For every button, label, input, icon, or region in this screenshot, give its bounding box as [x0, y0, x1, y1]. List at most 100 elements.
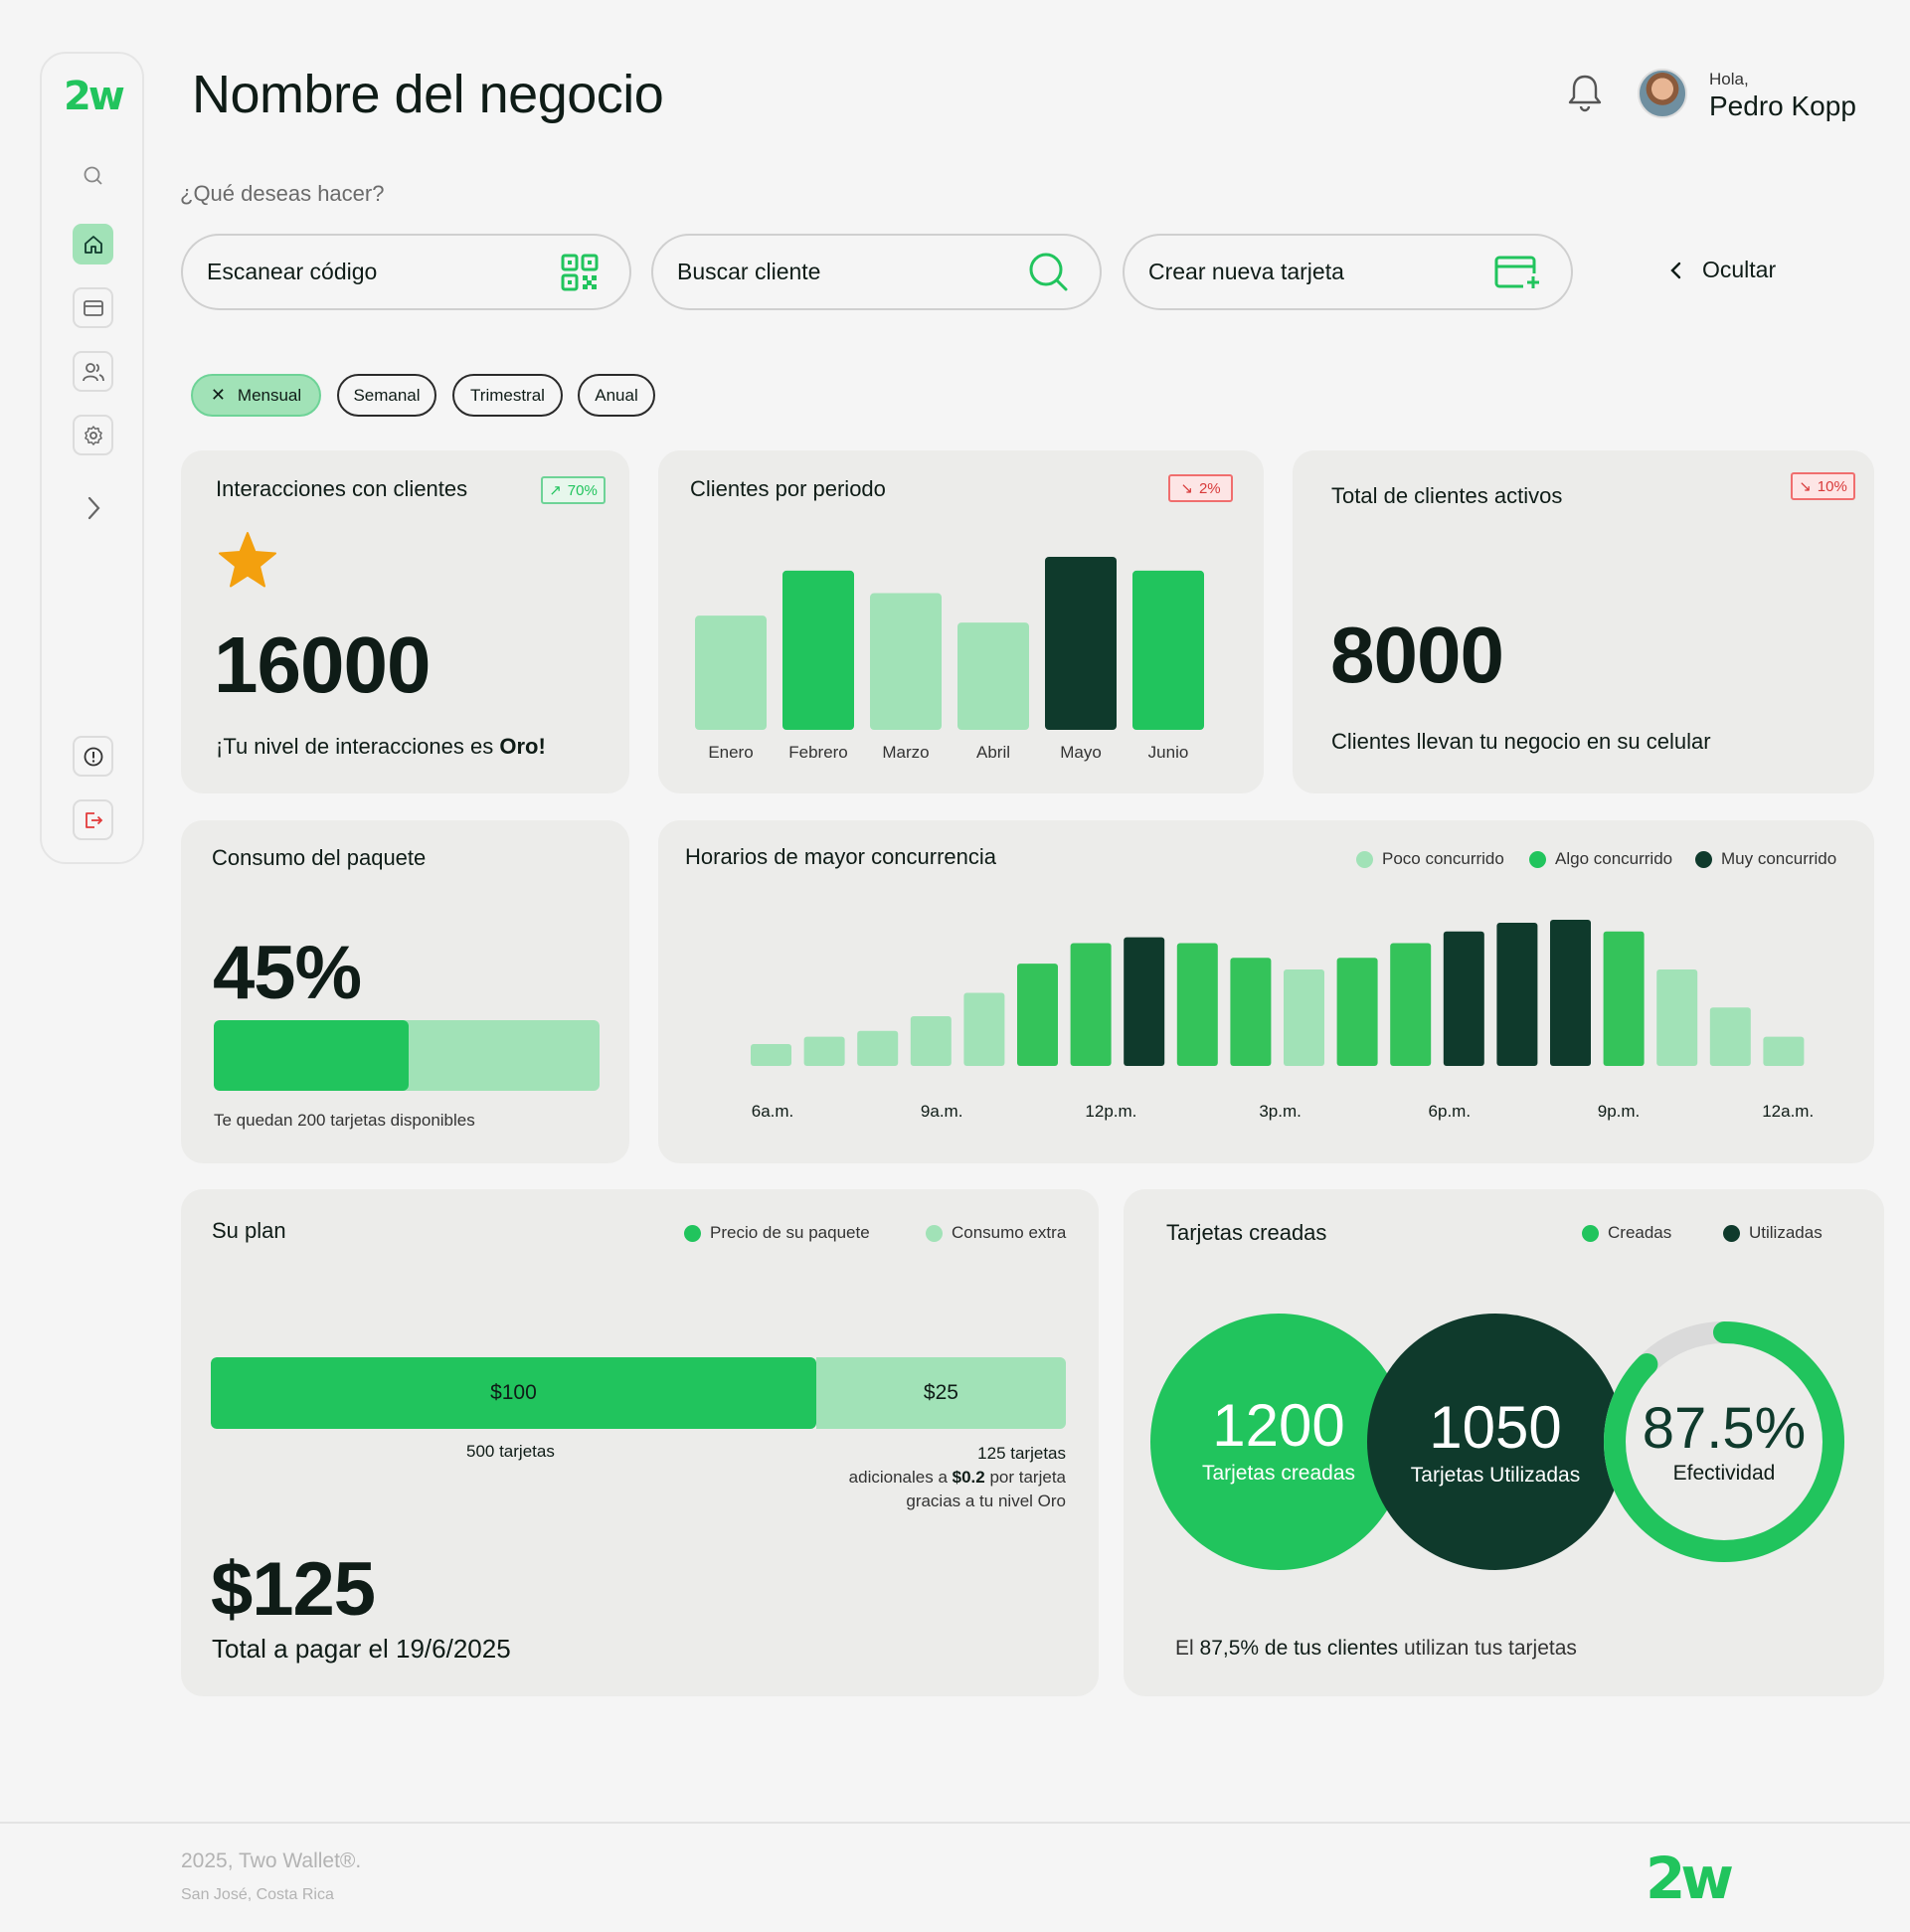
cards-used-value: 1050 [1429, 1393, 1562, 1461]
period-bar[interactable] [695, 615, 767, 730]
add-card-icon [1494, 256, 1539, 288]
period-bar[interactable] [1132, 570, 1204, 730]
sidebar-item-logout[interactable] [73, 799, 113, 840]
period-bar[interactable] [1045, 557, 1117, 730]
cards-created-value: 1200 [1212, 1391, 1345, 1459]
hide-actions-button[interactable]: Ocultar [1668, 257, 1776, 283]
hour-bar[interactable] [1390, 943, 1432, 1066]
qr-code-icon [561, 254, 599, 290]
busy-hours-chart: 6a.m. 9a.m. 12p.m. 3p.m. 6p.m. 9p.m. 12a.m. [751, 920, 1814, 1121]
create-card-button[interactable]: Crear nueva tarjeta [1123, 234, 1573, 310]
period-label: Junio [1148, 743, 1189, 762]
hour-bar[interactable] [1709, 1007, 1751, 1066]
page-title: Nombre del negocio [192, 65, 664, 124]
sidebar-item-clients[interactable] [73, 351, 113, 392]
filter-weekly[interactable]: Semanal [337, 374, 436, 417]
effectiveness-label: Efectividad [1672, 1461, 1776, 1485]
filter-yearly[interactable]: Anual [578, 374, 655, 417]
period-bar[interactable] [782, 570, 854, 730]
interactions-note-prefix: ¡Tu nivel de interacciones es [216, 734, 500, 759]
hour-bar[interactable] [1017, 964, 1058, 1066]
hour-tick-label: 12p.m. [1085, 1102, 1136, 1121]
alert-icon [84, 747, 102, 766]
plan-total-note: Total a pagar el 19/6/2025 [212, 1634, 511, 1664]
plan-base-label: $100 [490, 1381, 537, 1404]
create-card-label: Crear nueva tarjeta [1148, 259, 1344, 284]
active-clients-title: Total de clientes activos [1331, 483, 1563, 508]
busy-hours-card: Horarios de mayor concurrencia Poco conc… [658, 820, 1874, 1163]
plan-extra-note-line1: 125 tarjetas [977, 1444, 1066, 1463]
plan-extra-note: 125 tarjetas adicionales a $0.2 por tarj… [849, 1442, 1066, 1513]
sidebar-item-cards[interactable] [73, 287, 113, 328]
plan-stacked-bar: $100 $25 [211, 1357, 1066, 1429]
sidebar-item-settings[interactable] [73, 415, 113, 455]
hour-bar[interactable] [1284, 968, 1324, 1066]
cards-note-bold: 87,5% de tus clientes [1199, 1637, 1399, 1660]
sidebar: 2w [40, 52, 144, 864]
filter-quarterly-label: Trimestral [470, 385, 545, 405]
notifications-button[interactable] [1566, 72, 1604, 118]
hour-tick-label: 3p.m. [1259, 1102, 1302, 1121]
scan-code-label: Escanear código [207, 259, 378, 284]
cards-note-prefix: El [1175, 1637, 1200, 1660]
active-clients-note: Clientes llevan tu negocio en su celular [1331, 729, 1711, 754]
package-title: Consumo del paquete [212, 845, 427, 870]
hour-bar[interactable] [803, 1036, 845, 1066]
hour-bar[interactable] [1336, 958, 1378, 1066]
hour-bar[interactable] [1550, 920, 1591, 1066]
hour-tick-label: 9p.m. [1598, 1102, 1641, 1121]
hour-tick-label: 9a.m. [921, 1102, 963, 1121]
user-name[interactable]: Pedro Kopp [1709, 90, 1856, 122]
bell-icon [1568, 75, 1602, 112]
brand-logo[interactable]: 2w [64, 74, 125, 119]
hour-tick-label: 6p.m. [1429, 1102, 1472, 1121]
sidebar-item-help[interactable] [73, 736, 113, 777]
legend-extra: Consumo extra [926, 1223, 1066, 1243]
package-percent: 45% [213, 931, 362, 1015]
legend-base: Precio de su paquete [684, 1223, 870, 1243]
search-icon[interactable] [73, 155, 113, 196]
period-label: Marzo [882, 743, 929, 762]
hour-bar[interactable] [1656, 968, 1698, 1066]
users-icon [82, 362, 104, 381]
active-clients-badge-value: 10% [1817, 477, 1847, 495]
hour-bar[interactable] [1496, 922, 1538, 1066]
cards-created-label: Tarjetas creadas [1201, 1461, 1356, 1485]
legend-base-label: Precio de su paquete [710, 1223, 870, 1242]
plan-extra-note-prefix: adicionales a [848, 1468, 953, 1487]
hour-bar[interactable] [1443, 931, 1484, 1066]
hour-bar[interactable] [857, 1030, 899, 1066]
hour-bar[interactable] [910, 1016, 952, 1066]
interactions-title: Interacciones con clientes [216, 476, 468, 501]
filter-yearly-label: Anual [595, 385, 638, 405]
package-note: Te quedan 200 tarjetas disponibles [214, 1111, 475, 1130]
hour-bar[interactable] [1603, 931, 1645, 1066]
close-icon[interactable]: ✕ [211, 385, 226, 406]
hour-bar[interactable] [1176, 943, 1218, 1066]
filter-quarterly[interactable]: Trimestral [452, 374, 563, 417]
filter-monthly[interactable]: ✕ Mensual [191, 374, 321, 417]
period-label: Febrero [788, 743, 848, 762]
avatar[interactable] [1638, 69, 1687, 118]
hour-bar[interactable] [1763, 1036, 1805, 1066]
scan-code-button[interactable]: Escanear código [181, 234, 631, 310]
expand-sidebar-button[interactable] [73, 487, 113, 528]
hour-bar[interactable] [1230, 958, 1272, 1066]
interactions-badge-value: 70% [567, 481, 598, 499]
search-client-button[interactable]: Buscar cliente [651, 234, 1102, 310]
cards-created-note: El 87,5% de tus clientes utilizan tus ta… [1175, 1637, 1577, 1661]
plan-base-segment: $100 [211, 1357, 816, 1429]
hour-bar[interactable] [963, 992, 1005, 1067]
period-bar[interactable] [870, 593, 942, 730]
period-label: Enero [708, 743, 753, 762]
sidebar-item-home[interactable] [73, 224, 113, 264]
hour-bar[interactable] [1124, 937, 1165, 1066]
plan-extra-segment: $25 [815, 1357, 1066, 1429]
hour-bar[interactable] [1070, 943, 1112, 1066]
plan-title: Su plan [212, 1218, 286, 1243]
chevron-left-icon [1670, 262, 1681, 278]
period-bar[interactable] [957, 622, 1029, 730]
hour-bar[interactable] [751, 1043, 791, 1066]
plan-card: Su plan Precio de su paquete Consumo ext… [181, 1189, 1099, 1696]
plan-extra-note-line3: gracias a tu nivel Oro [906, 1492, 1066, 1510]
